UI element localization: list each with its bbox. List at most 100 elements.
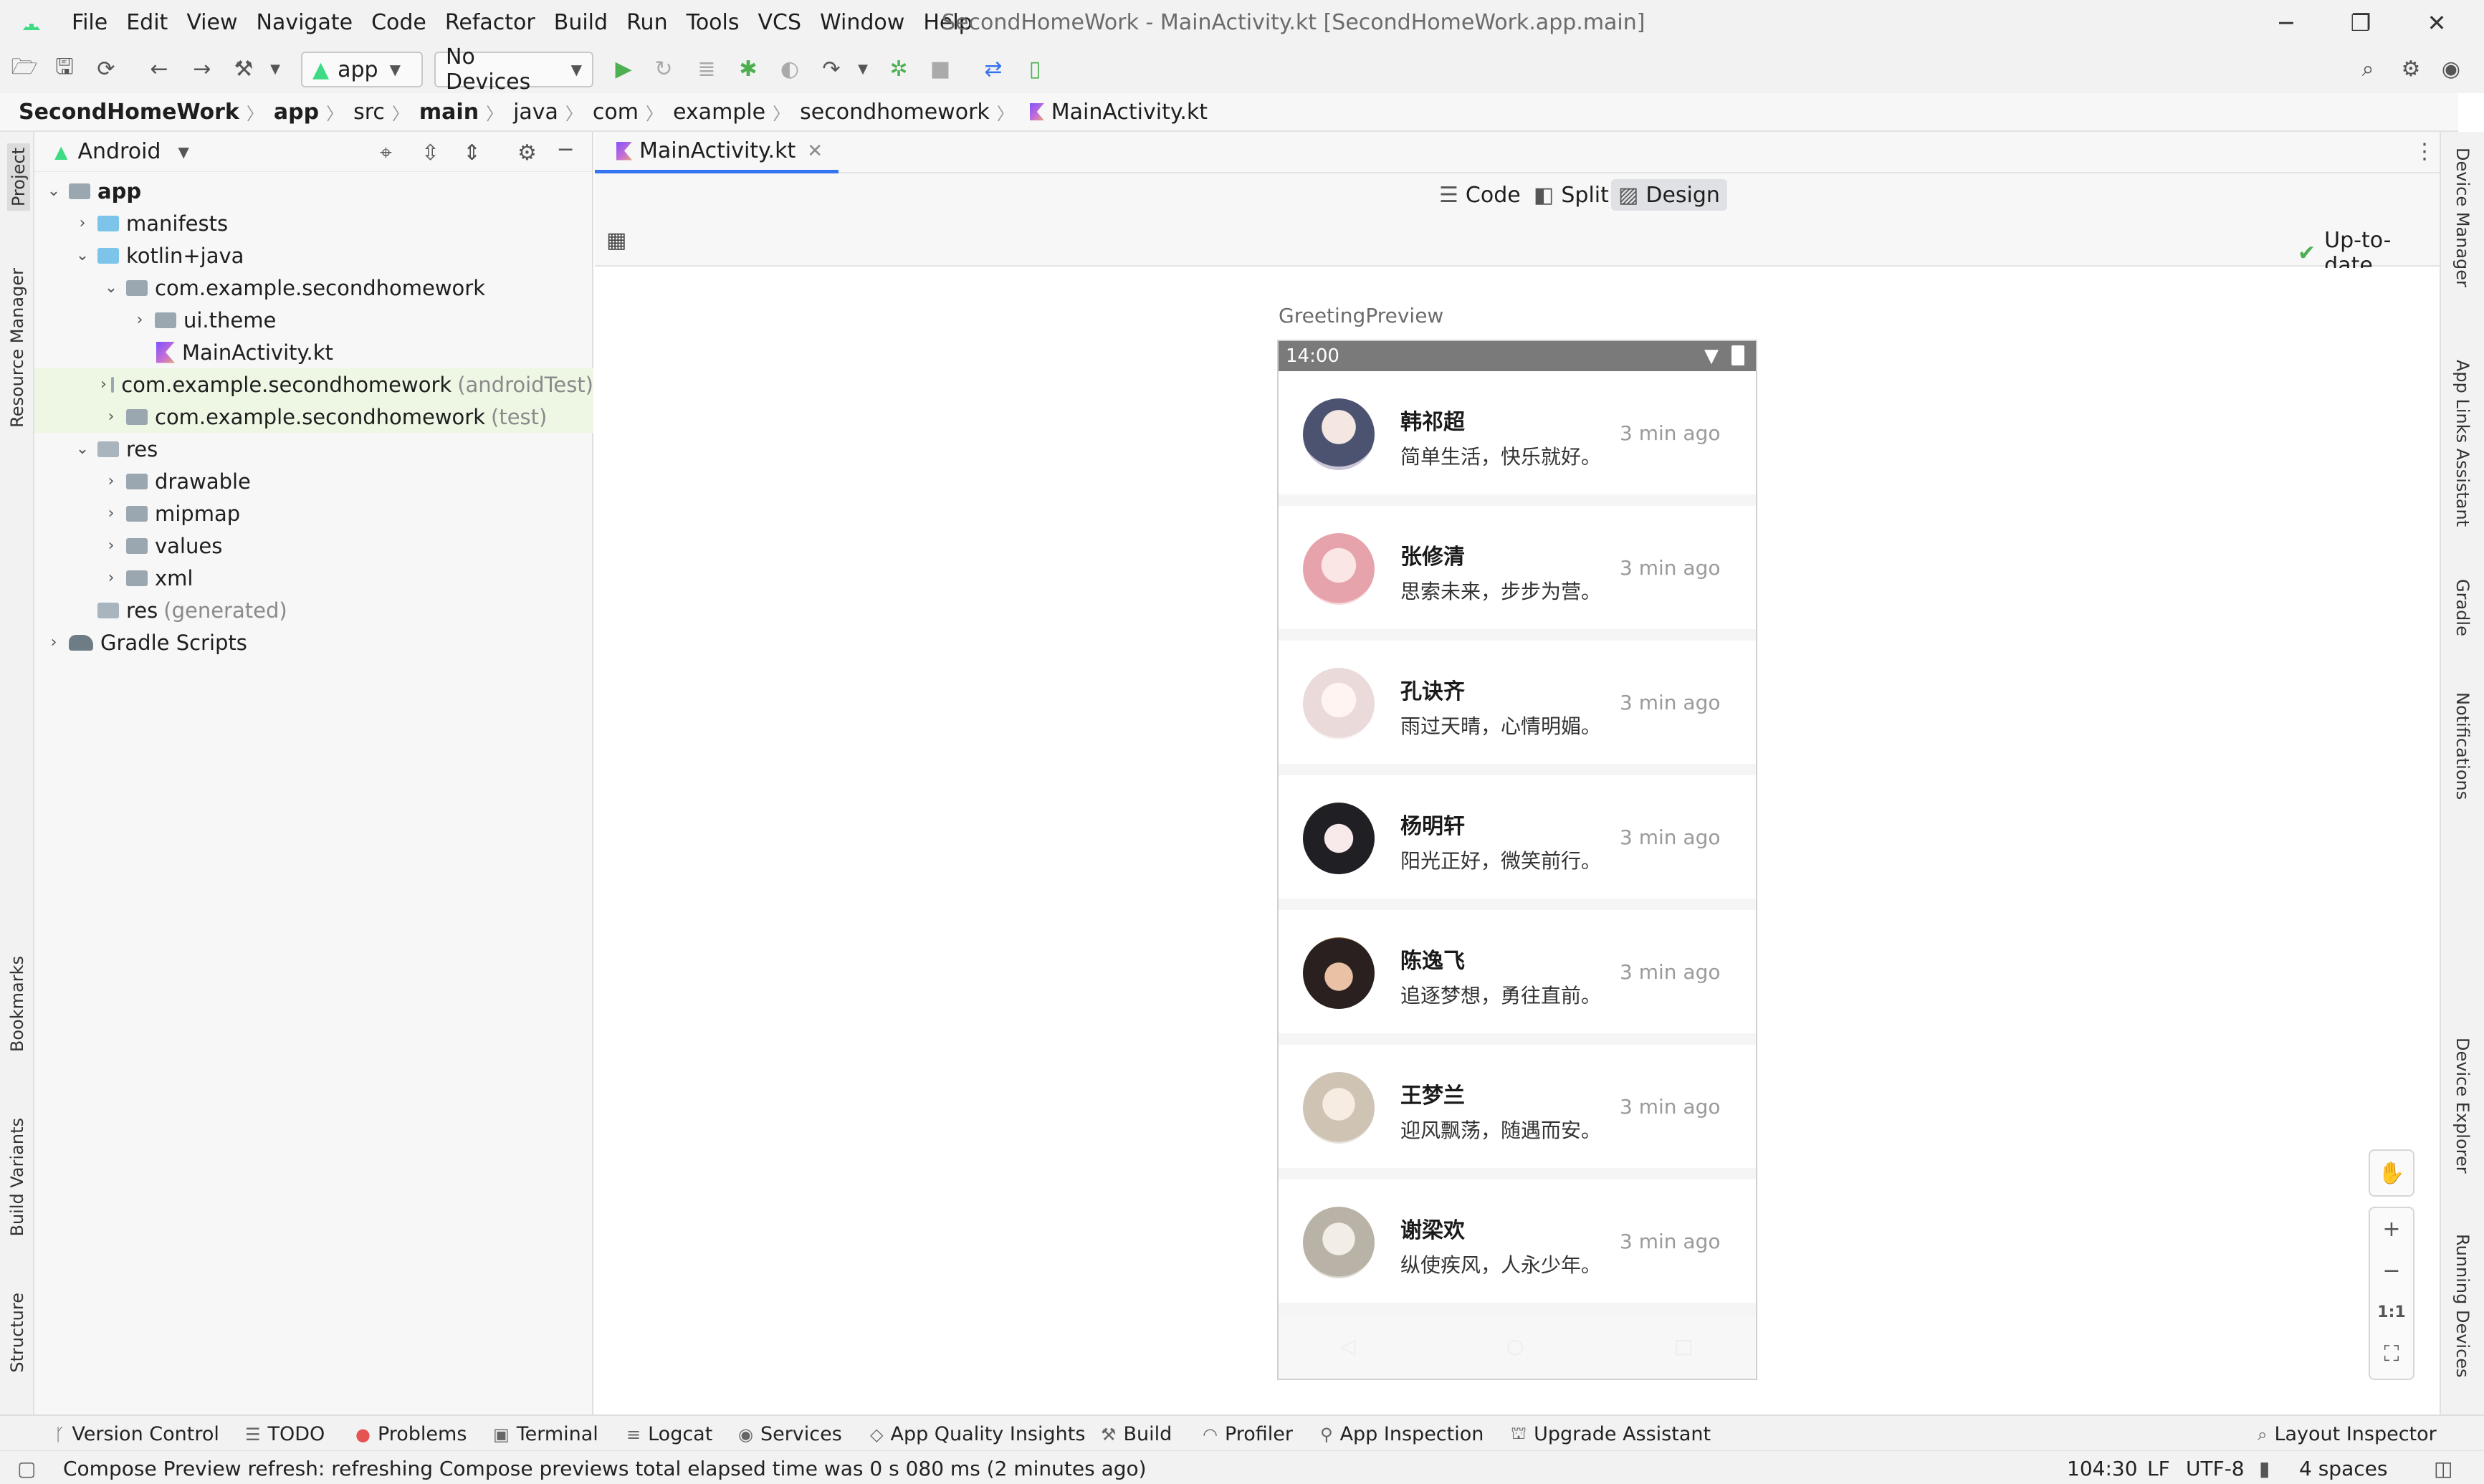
tree-item-mainactivity[interactable]: MainActivity.kt: [34, 336, 593, 368]
memory-indicator-icon[interactable]: ◫: [2434, 1457, 2452, 1480]
menu-refactor[interactable]: Refactor: [445, 10, 535, 35]
mode-code-button[interactable]: ☰ Code: [1432, 179, 1528, 211]
tree-item-package-test[interactable]: › com.example.secondhomework (test): [34, 401, 593, 433]
tool-version-control[interactable]: ᚴ Version Control: [54, 1423, 219, 1445]
breadcrumb-item[interactable]: SecondHomeWork: [19, 100, 239, 125]
preview-layout-icon[interactable]: ▦: [606, 228, 626, 253]
save-icon[interactable]: 🖫: [50, 54, 79, 83]
stripe-bookmarks[interactable]: Bookmarks: [7, 956, 27, 1052]
menu-file[interactable]: File: [72, 10, 108, 35]
back-icon[interactable]: ←: [145, 54, 173, 83]
stripe-notifications[interactable]: Notifications: [2452, 692, 2473, 800]
attach-debugger-icon[interactable]: ↷: [817, 54, 846, 83]
contact-card[interactable]: 孔诀齐 雨过天晴，心情明媚。 3 min ago: [1279, 641, 1756, 764]
sync-icon[interactable]: ⟳: [92, 54, 120, 83]
breadcrumb-item[interactable]: com: [593, 100, 639, 125]
file-encoding[interactable]: UTF-8: [2186, 1457, 2245, 1480]
pan-hand-icon[interactable]: ✋: [2370, 1151, 2413, 1195]
zoom-out-button[interactable]: −: [2370, 1250, 2413, 1291]
profile-icon[interactable]: ◐: [775, 54, 804, 83]
search-icon[interactable]: ⌕: [2354, 54, 2382, 83]
status-message[interactable]: Compose Preview refresh: refreshing Comp…: [63, 1457, 1147, 1480]
tree-item-mipmap[interactable]: › mipmap: [34, 497, 593, 530]
design-canvas[interactable]: GreetingPreview 14:00 ▼ 韩祁超 简单生活，快乐就好。 3…: [595, 268, 2440, 1414]
stripe-running-devices[interactable]: Running Devices: [2452, 1234, 2473, 1378]
run-config-selector[interactable]: ▲ app ▼: [301, 52, 423, 87]
menu-edit[interactable]: Edit: [126, 10, 168, 35]
tree-item-xml[interactable]: › xml: [34, 562, 593, 594]
stripe-device-manager[interactable]: Device Manager: [2452, 148, 2473, 287]
status-panel-toggle-icon[interactable]: ▢: [17, 1457, 36, 1480]
breadcrumb-item[interactable]: MainActivity.kt: [1051, 100, 1208, 125]
project-view-selector[interactable]: Android: [77, 139, 161, 164]
apply-code-changes-icon[interactable]: ≣: [692, 54, 721, 83]
menu-window[interactable]: Window: [820, 10, 904, 35]
locate-icon[interactable]: ⌖: [380, 140, 392, 166]
tree-item-manifests[interactable]: › manifests: [34, 207, 593, 239]
tool-build[interactable]: ⚒ Build: [1101, 1423, 1172, 1445]
contact-card[interactable]: 张修清 思索未来，步步为营。 3 min ago: [1279, 506, 1756, 629]
menu-build[interactable]: Build: [554, 10, 608, 35]
tree-item-package[interactable]: ⌄ com.example.secondhomework: [34, 272, 593, 304]
read-only-lock-icon[interactable]: ▮: [2259, 1457, 2270, 1480]
breadcrumb-item[interactable]: example: [673, 100, 765, 125]
stripe-device-explorer[interactable]: Device Explorer: [2452, 1038, 2473, 1174]
chevron-down-icon[interactable]: ▼: [261, 54, 290, 83]
tree-item-values[interactable]: › values: [34, 530, 593, 562]
gear-icon[interactable]: ⚙: [2397, 54, 2425, 83]
zoom-to-fit-icon[interactable]: ⛶: [2370, 1333, 2413, 1374]
contact-card[interactable]: 王梦兰 迎风飘荡，随遇而安。 3 min ago: [1279, 1045, 1756, 1168]
line-separator[interactable]: LF: [2147, 1457, 2170, 1480]
indent-setting[interactable]: 4 spaces: [2299, 1457, 2387, 1480]
breadcrumb-item[interactable]: java: [513, 100, 558, 125]
tree-item-ui-theme[interactable]: › ui.theme: [34, 304, 593, 336]
mode-split-button[interactable]: ◧ Split: [1527, 179, 1616, 211]
stripe-build-variants[interactable]: Build Variants: [7, 1118, 27, 1237]
stop-icon[interactable]: ■: [926, 54, 955, 83]
tool-app-inspection[interactable]: ⚲ App Inspection: [1320, 1423, 1484, 1445]
stripe-app-links-assistant[interactable]: App Links Assistant: [2452, 360, 2473, 527]
tree-item-drawable[interactable]: › drawable: [34, 465, 593, 497]
zoom-in-button[interactable]: +: [2370, 1208, 2413, 1250]
device-manager-icon[interactable]: ▯: [1021, 54, 1049, 83]
tree-item-gradle-scripts[interactable]: › Gradle Scripts: [34, 626, 593, 659]
account-icon[interactable]: ◉: [2437, 54, 2465, 83]
contact-card[interactable]: 韩祁超 简单生活，快乐就好。 3 min ago: [1279, 371, 1756, 494]
tab-mainactivity[interactable]: MainActivity.kt ✕: [595, 132, 839, 173]
tree-item-res-generated[interactable]: res (generated): [34, 594, 593, 626]
tree-item-res[interactable]: ⌄ res: [34, 433, 593, 465]
stripe-project[interactable]: Project: [7, 143, 30, 211]
close-tab-icon[interactable]: ✕: [807, 140, 823, 162]
menu-view[interactable]: View: [186, 10, 237, 35]
menu-tools[interactable]: Tools: [687, 10, 740, 35]
minimize-icon[interactable]: ─: [2268, 6, 2305, 40]
tool-upgrade-assistant[interactable]: ⛫ Upgrade Assistant: [1511, 1423, 1711, 1445]
sync-gradle-icon[interactable]: ⇄: [979, 54, 1008, 83]
close-icon[interactable]: ✕: [2418, 6, 2455, 40]
open-folder-icon[interactable]: 🗁: [10, 54, 39, 83]
run-icon[interactable]: ▶: [609, 54, 638, 83]
tree-item-package-androidtest[interactable]: › com.example.secondhomework (androidTes…: [34, 368, 593, 401]
chevron-down-icon[interactable]: ▼: [178, 143, 188, 161]
hide-panel-icon[interactable]: ─: [559, 138, 572, 163]
menu-run[interactable]: Run: [626, 10, 668, 35]
expand-all-icon[interactable]: ⇳: [421, 140, 439, 166]
tool-todo[interactable]: ☰ TODO: [245, 1423, 325, 1445]
contact-card[interactable]: 谢梁欢 纵使疾风，人永少年。 3 min ago: [1279, 1179, 1756, 1303]
tree-item-app[interactable]: ⌄ app: [34, 175, 593, 207]
breadcrumb-item[interactable]: main: [419, 100, 479, 125]
breadcrumb-item[interactable]: app: [274, 100, 319, 125]
stripe-gradle[interactable]: Gradle: [2452, 579, 2473, 636]
tool-terminal[interactable]: ▣ Terminal: [493, 1423, 598, 1445]
stripe-resource-manager[interactable]: Resource Manager: [7, 268, 27, 428]
tool-problems[interactable]: ● Problems: [355, 1423, 467, 1445]
gear-icon[interactable]: ⚙: [517, 140, 537, 166]
menu-navigate[interactable]: Navigate: [257, 10, 353, 35]
device-selector[interactable]: No Devices ▼: [434, 44, 593, 95]
contact-card[interactable]: 杨明轩 阳光正好，微笑前行。 3 min ago: [1279, 775, 1756, 899]
tool-profiler[interactable]: ◠ Profiler: [1203, 1423, 1293, 1445]
tool-app-quality-insights[interactable]: ◇ App Quality Insights: [870, 1423, 1085, 1445]
menu-vcs[interactable]: VCS: [758, 10, 802, 35]
caret-position[interactable]: 104:30: [2067, 1457, 2138, 1480]
breadcrumb-item[interactable]: secondhomework: [800, 100, 990, 125]
